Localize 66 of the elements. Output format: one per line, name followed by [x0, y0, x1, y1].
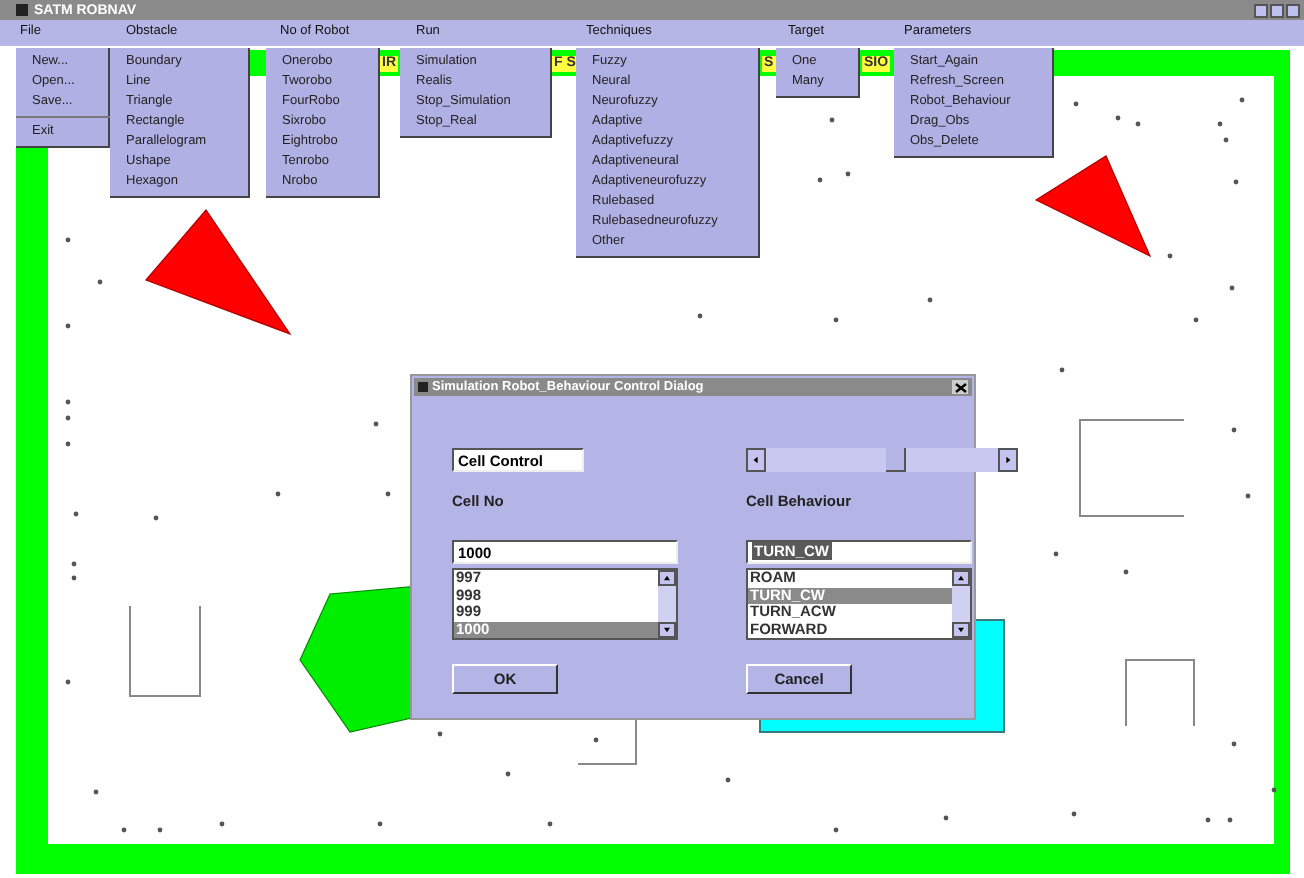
dot [829, 117, 835, 123]
line-obstacle [577, 719, 637, 765]
dot [927, 297, 933, 303]
scroll-bar[interactable] [746, 448, 1018, 472]
dot [1135, 121, 1141, 127]
close-button[interactable] [1286, 3, 1300, 17]
u-shape-obstacle [1125, 659, 1195, 727]
dot [65, 679, 71, 685]
dot [1205, 817, 1211, 823]
dot [1271, 787, 1277, 793]
dot [71, 575, 77, 581]
dot [71, 561, 77, 567]
dot [1053, 551, 1059, 557]
u-shape-obstacle [129, 605, 201, 697]
dot [219, 821, 225, 827]
dot [121, 827, 127, 833]
dot [1229, 285, 1235, 291]
dot [1227, 817, 1233, 823]
dot [1233, 179, 1239, 185]
dot [725, 777, 731, 783]
dot [65, 441, 71, 447]
dot [1115, 115, 1121, 121]
dot [153, 515, 159, 521]
dot [93, 789, 99, 795]
scroll-bar[interactable] [952, 570, 970, 638]
dot [1217, 121, 1223, 127]
dot [157, 827, 163, 833]
dot [65, 415, 71, 421]
dot [1193, 317, 1199, 323]
dot [1231, 741, 1237, 747]
dot [1059, 367, 1065, 373]
dot [385, 491, 391, 497]
dot [73, 511, 79, 517]
dot [547, 821, 553, 827]
dot [1071, 811, 1077, 817]
scroll-bar[interactable] [658, 570, 676, 638]
dot [275, 491, 281, 497]
dot [817, 177, 823, 183]
dot [1223, 137, 1229, 143]
close-icon[interactable] [952, 380, 968, 394]
dot [833, 827, 839, 833]
dot [65, 323, 71, 329]
dot [377, 821, 383, 827]
dot [845, 171, 851, 177]
dot [505, 771, 511, 777]
dot [943, 815, 949, 821]
dot [1167, 253, 1173, 259]
app-icon [418, 382, 428, 392]
dot [1239, 97, 1245, 103]
dot [65, 399, 71, 405]
dot [437, 731, 443, 737]
u-shape-obstacle [1079, 419, 1185, 517]
dot [1123, 569, 1129, 575]
triangle-obstacle [1034, 155, 1152, 258]
dot [97, 279, 103, 285]
maximize-button[interactable] [1270, 3, 1284, 17]
dot [833, 317, 839, 323]
dot [593, 737, 599, 743]
dot [1231, 427, 1237, 433]
dot [1245, 493, 1251, 499]
app-icon [16, 4, 28, 16]
minimize-button[interactable] [1254, 3, 1268, 17]
dot [697, 313, 703, 319]
dot [65, 237, 71, 243]
dot [373, 421, 379, 427]
dot [1073, 101, 1079, 107]
